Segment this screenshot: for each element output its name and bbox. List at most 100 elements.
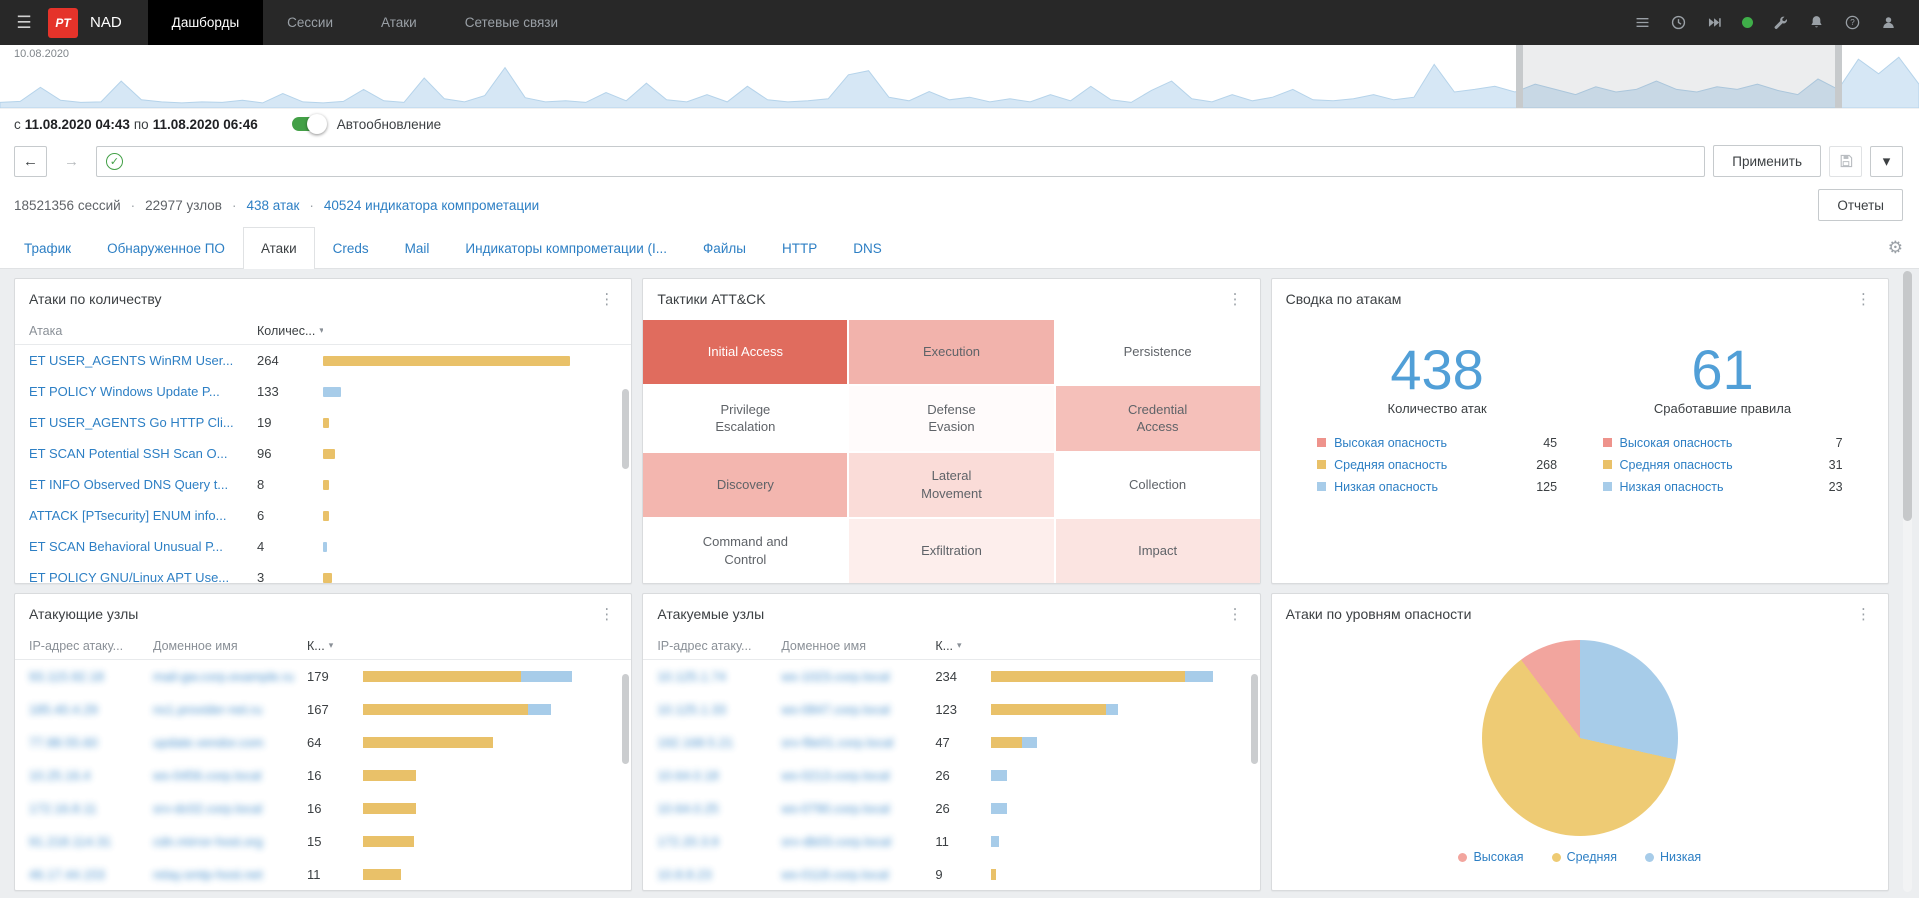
attck-tile-persistence[interactable]: Persistence: [1055, 320, 1260, 385]
node-ip-link[interactable]: 46.17.44.153: [29, 867, 153, 882]
attack-name-link[interactable]: ATTACK [PTsecurity] ENUM info...: [29, 508, 257, 523]
node-domain-link[interactable]: ws-0847.corp.local: [781, 702, 935, 717]
node-domain-link[interactable]: ws-0213.corp.local: [781, 768, 935, 783]
pie-legend-label[interactable]: Низкая: [1660, 850, 1701, 864]
attck-tile-execution[interactable]: Execution: [849, 320, 1054, 385]
card-menu-icon[interactable]: ⋮: [1853, 290, 1874, 308]
user-icon[interactable]: [1880, 14, 1897, 31]
attck-tile-exfiltration[interactable]: Exfiltration: [849, 518, 1054, 583]
col-count-sort[interactable]: К... ▾: [307, 639, 363, 653]
node-ip-link[interactable]: 10.25.16.4: [29, 768, 153, 783]
node-domain-link[interactable]: srv-dc02.corp.local: [153, 801, 307, 816]
node-domain-link[interactable]: ws-1023.corp.local: [781, 669, 935, 684]
attck-tile-lateral-movement[interactable]: Lateral Movement: [849, 452, 1054, 517]
attack-name-link[interactable]: ET POLICY GNU/Linux APT Use...: [29, 570, 257, 583]
card-scrollbar-thumb[interactable]: [1250, 674, 1258, 764]
legend-label-link[interactable]: Низкая опасность: [1620, 480, 1829, 494]
attack-name-link[interactable]: ET USER_AGENTS WinRM User...: [29, 353, 257, 368]
nav-item-dashboards[interactable]: Дашборды: [147, 0, 264, 45]
attack-name-link[interactable]: ET POLICY Windows Update P...: [29, 384, 257, 399]
attack-name-link[interactable]: ET INFO Observed DNS Query t...: [29, 477, 257, 492]
node-ip-link[interactable]: 172.20.3.9: [657, 834, 781, 849]
pie-legend-label[interactable]: Средняя: [1567, 850, 1617, 864]
autorefresh-toggle[interactable]: [291, 114, 327, 134]
severity-pie-chart[interactable]: [1481, 640, 1678, 836]
card-scrollbar-thumb[interactable]: [622, 674, 630, 764]
stat-item-3[interactable]: 40524 индикатора компрометации: [299, 198, 539, 213]
attck-tile-privilege-escalation[interactable]: Privilege Escalation: [643, 386, 848, 451]
timeline-selection[interactable]: [1516, 45, 1843, 108]
legend-label-link[interactable]: Средняя опасность: [1334, 458, 1536, 472]
legend-label-link[interactable]: Низкая опасность: [1334, 480, 1536, 494]
tab-1[interactable]: Обнаруженное ПО: [89, 227, 243, 268]
save-filter-button[interactable]: [1829, 145, 1862, 177]
tab-3[interactable]: Creds: [315, 227, 387, 268]
legend-label-link[interactable]: Высокая опасность: [1620, 436, 1836, 450]
tab-7[interactable]: HTTP: [764, 227, 835, 268]
attck-tile-initial-access[interactable]: Initial Access: [643, 320, 848, 385]
card-menu-icon[interactable]: ⋮: [1225, 605, 1246, 623]
node-ip-link[interactable]: 10.64.0.25: [657, 801, 781, 816]
node-ip-link[interactable]: 185.40.4.29: [29, 702, 153, 717]
card-menu-icon[interactable]: ⋮: [596, 290, 617, 308]
node-ip-link[interactable]: 10.64.0.18: [657, 768, 781, 783]
node-domain-link[interactable]: cdn.mirror-host.org: [153, 834, 307, 849]
skip-to-end-icon[interactable]: [1706, 14, 1723, 31]
card-menu-icon[interactable]: ⋮: [1225, 290, 1246, 308]
node-domain-link[interactable]: ws-0790.corp.local: [781, 801, 935, 816]
stat-item-2[interactable]: 438 атак: [222, 198, 299, 213]
attck-tile-command-and-control[interactable]: Command and Control: [643, 518, 848, 583]
attck-tile-defense-evasion[interactable]: Defense Evasion: [849, 386, 1054, 451]
wrench-icon[interactable]: [1772, 14, 1789, 31]
node-ip-link[interactable]: 10.125.1.74: [657, 669, 781, 684]
help-icon[interactable]: ?: [1844, 14, 1861, 31]
attack-name-link[interactable]: ET SCAN Behavioral Unusual P...: [29, 539, 257, 554]
node-domain-link[interactable]: srv-file01.corp.local: [781, 735, 935, 750]
node-domain-link[interactable]: relay.smtp-host.net: [153, 867, 307, 882]
reports-button[interactable]: Отчеты: [1818, 189, 1903, 221]
attck-tile-collection[interactable]: Collection: [1055, 452, 1260, 517]
tab-5[interactable]: Индикаторы компрометации (I...: [447, 227, 685, 268]
node-ip-link[interactable]: 10.8.8.23: [657, 867, 781, 882]
nav-item-sessions[interactable]: Сессии: [263, 0, 357, 45]
tab-0[interactable]: Трафик: [6, 227, 89, 268]
tab-2[interactable]: Атаки: [242, 227, 315, 269]
node-ip-link[interactable]: 10.125.1.33: [657, 702, 781, 717]
node-ip-link[interactable]: 93.115.92.18: [29, 669, 153, 684]
traffic-timeline[interactable]: 10.08.2020: [0, 45, 1919, 109]
node-domain-link[interactable]: ws-0118.corp.local: [781, 867, 935, 882]
hamburger-menu-icon[interactable]: ☰: [0, 13, 48, 33]
tab-6[interactable]: Файлы: [685, 227, 764, 268]
nav-item-attacks[interactable]: Атаки: [357, 0, 441, 45]
node-ip-link[interactable]: 91.218.114.31: [29, 834, 153, 849]
legend-label-link[interactable]: Высокая опасность: [1334, 436, 1543, 450]
card-menu-icon[interactable]: ⋮: [596, 605, 617, 623]
attck-tile-impact[interactable]: Impact: [1055, 518, 1260, 583]
pt-logo[interactable]: PT: [48, 7, 78, 38]
attck-tile-discovery[interactable]: Discovery: [643, 452, 848, 517]
selection-left-handle[interactable]: [1516, 45, 1523, 108]
node-ip-link[interactable]: 172.16.8.11: [29, 801, 153, 816]
clock-icon[interactable]: [1670, 14, 1687, 31]
legend-label-link[interactable]: Средняя опасность: [1620, 458, 1829, 472]
card-menu-icon[interactable]: ⋮: [1853, 605, 1874, 623]
filter-dropdown-button[interactable]: ▾: [1870, 145, 1903, 177]
col-count-sort[interactable]: К... ▾: [935, 639, 991, 653]
tab-8[interactable]: DNS: [835, 227, 900, 268]
node-ip-link[interactable]: 192.168.5.21: [657, 735, 781, 750]
page-scrollbar-thumb[interactable]: [1903, 271, 1912, 521]
bell-icon[interactable]: [1808, 14, 1825, 31]
filter-query-input[interactable]: [131, 146, 1696, 176]
capture-status-indicator[interactable]: [1742, 17, 1753, 28]
node-domain-link[interactable]: ws-0456.corp.local: [153, 768, 307, 783]
list-icon[interactable]: [1634, 14, 1651, 31]
attack-name-link[interactable]: ET USER_AGENTS Go HTTP Cli...: [29, 415, 257, 430]
node-ip-link[interactable]: 77.88.55.60: [29, 735, 153, 750]
node-domain-link[interactable]: srv-db03.corp.local: [781, 834, 935, 849]
col-count-sort[interactable]: Количес...▾: [257, 324, 323, 338]
tab-4[interactable]: Mail: [387, 227, 448, 268]
settings-gear-icon[interactable]: ⚙: [1888, 238, 1903, 258]
node-domain-link[interactable]: update.vendor.com: [153, 735, 307, 750]
pie-legend-label[interactable]: Высокая: [1473, 850, 1523, 864]
history-forward-button[interactable]: →: [55, 145, 88, 177]
